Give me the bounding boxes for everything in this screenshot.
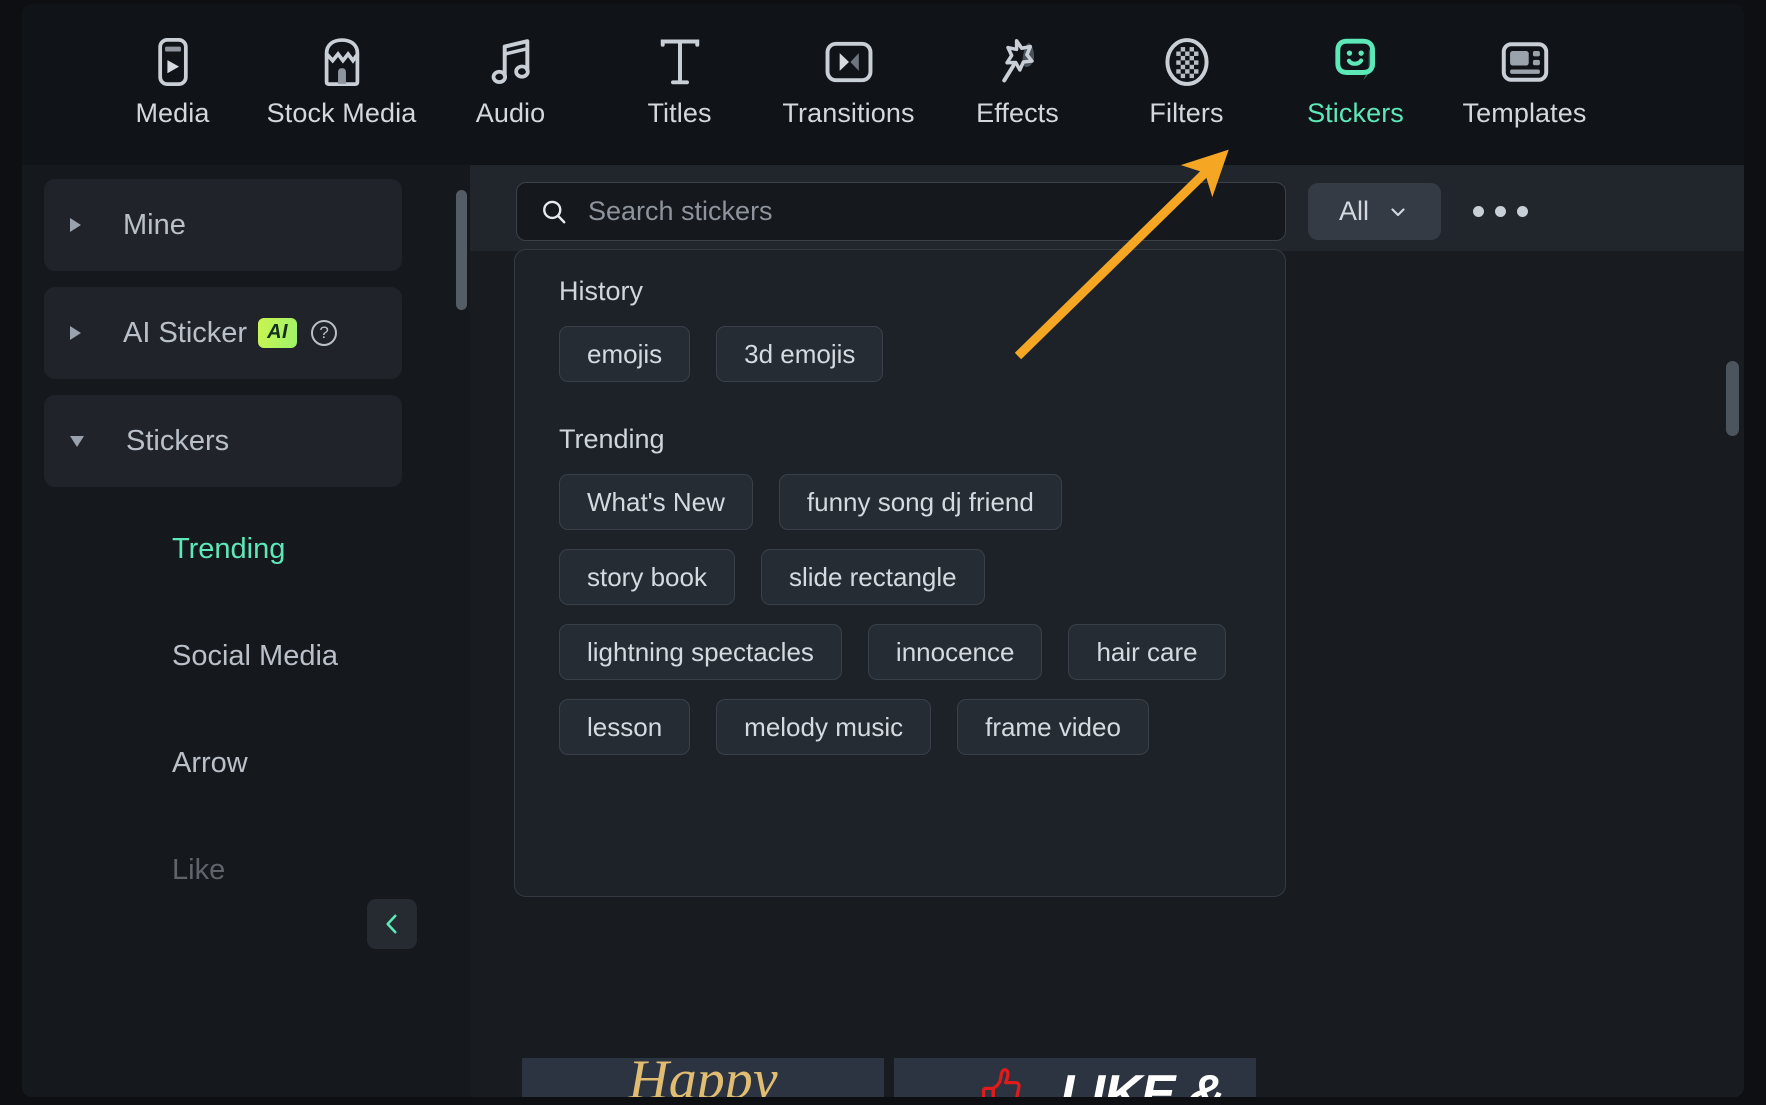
effects-icon <box>990 31 1046 93</box>
main-body: Mine AI Sticker AI ? Stickers Trending S… <box>22 165 1744 1097</box>
toolbar-tab-stock-media[interactable]: Stock Media <box>257 4 426 129</box>
more-options-button[interactable] <box>1460 190 1540 232</box>
sticker-thumbnail-text-2: Birthday <box>605 1096 801 1097</box>
titles-icon <box>652 31 708 93</box>
toolbar-tab-audio[interactable]: Audio <box>426 4 595 129</box>
sidebar-group-label: AI Sticker <box>123 316 248 349</box>
sidebar-item-arrow[interactable]: Arrow <box>22 737 470 789</box>
search-icon <box>539 197 569 227</box>
ellipsis-icon <box>1494 205 1506 217</box>
toolbar-tab-media[interactable]: Media <box>88 4 257 129</box>
sidebar-item-label: Like <box>172 853 226 886</box>
trending-chip-row: What's New funny song dj friend story bo… <box>559 474 1259 755</box>
search-input-placeholder: Search stickers <box>588 196 773 226</box>
sidebar-group-mine[interactable]: Mine <box>44 179 402 271</box>
toolbar-tab-label: Templates <box>1462 98 1587 128</box>
sidebar-group-stickers[interactable]: Stickers <box>44 395 402 487</box>
templates-icon <box>1497 31 1553 93</box>
category-filter-select[interactable]: All <box>1308 183 1441 240</box>
trending-chip[interactable]: funny song dj friend <box>778 474 1062 530</box>
app-window: Media Stock Media Audio Titles Transitio… <box>22 4 1744 1097</box>
trending-chip[interactable]: lightning spectacles <box>559 624 842 680</box>
search-input[interactable]: Search stickers <box>516 182 1286 241</box>
filters-icon <box>1159 31 1215 93</box>
toolbar-tab-transitions[interactable]: Transitions <box>764 4 933 129</box>
sticker-thumbnail-text: LIKE & <box>1060 1065 1225 1097</box>
media-icon <box>145 31 201 93</box>
transitions-icon <box>821 31 877 93</box>
chevron-down-icon <box>70 435 84 447</box>
toolbar-tab-stickers[interactable]: Stickers <box>1271 4 1440 129</box>
sidebar-item-label: Trending <box>172 532 286 565</box>
history-section-title: History <box>559 276 644 306</box>
sidebar-item-social-media[interactable]: Social Media <box>22 630 470 682</box>
stickers-scrollbar-thumb[interactable] <box>1726 361 1739 436</box>
audio-icon <box>483 31 539 93</box>
sticker-thumbnail-text: Happy <box>628 1058 778 1097</box>
toolbar-tab-templates[interactable]: Templates <box>1440 4 1609 129</box>
trending-chip[interactable]: What's New <box>559 474 753 530</box>
trending-chip[interactable]: lesson <box>559 699 691 755</box>
search-toolbar: Search stickers All <box>470 165 1744 251</box>
top-toolbar: Media Stock Media Audio Titles Transitio… <box>22 4 1744 165</box>
toolbar-tab-effects[interactable]: Effects <box>933 4 1102 129</box>
chevron-down-icon <box>1391 207 1405 216</box>
sidebar-item-trending[interactable]: Trending <box>22 523 470 575</box>
category-filter-value: All <box>1338 196 1369 226</box>
toolbar-tab-label: Titles <box>647 98 712 128</box>
sidebar-group-ai-sticker[interactable]: AI Sticker AI ? <box>44 287 402 379</box>
help-icon[interactable]: ? <box>311 320 338 346</box>
history-chip[interactable]: emojis <box>559 326 691 382</box>
chevron-right-icon <box>70 218 81 232</box>
trending-chip[interactable]: frame video <box>957 699 1149 755</box>
sidebar-item-like[interactable]: Like <box>22 844 470 896</box>
toolbar-tab-label: Effects <box>976 98 1059 128</box>
chevron-left-icon <box>386 914 397 934</box>
toolbar-tab-label: Media <box>135 98 210 128</box>
history-chip-row: emojis 3d emojis <box>559 326 1259 382</box>
trending-chip[interactable]: hair care <box>1068 624 1226 680</box>
sticker-thumbnail[interactable]: Happy Birthday <box>522 1058 884 1097</box>
sidebar-scrollbar-thumb[interactable] <box>456 190 467 310</box>
thumbs-up-icon <box>981 1068 1021 1097</box>
sidebar-scrollbar[interactable] <box>454 165 468 1097</box>
sidebar-item-label: Social Media <box>172 639 339 672</box>
sidebar-item-label: Arrow <box>172 746 248 779</box>
collapse-sidebar-button[interactable] <box>367 899 417 949</box>
trending-chip[interactable]: story book <box>559 549 735 605</box>
stickers-icon <box>1328 31 1384 93</box>
stock-media-icon <box>314 31 370 93</box>
sidebar-group-label: Stickers <box>126 424 230 457</box>
history-chip[interactable]: 3d emojis <box>716 326 884 382</box>
toolbar-tab-label: Stock Media <box>266 98 417 128</box>
toolbar-tab-filters[interactable]: Filters <box>1102 4 1271 129</box>
stickers-scrollbar[interactable] <box>1720 251 1744 1097</box>
sidebar-group-label: Mine <box>123 208 186 241</box>
ai-badge: AI <box>258 318 298 348</box>
trending-section-title: Trending <box>559 424 665 454</box>
ellipsis-icon <box>1516 205 1528 217</box>
chevron-right-icon <box>70 326 81 340</box>
stickers-panel: Happy Birthday LIKE & <box>470 165 1744 1097</box>
toolbar-tab-titles[interactable]: Titles <box>595 4 764 129</box>
toolbar-tab-label: Audio <box>475 98 546 128</box>
search-suggestions-dropdown: History emojis 3d emojis Trending What's… <box>514 249 1286 897</box>
trending-chip[interactable]: slide rectangle <box>760 549 985 605</box>
toolbar-tab-label: Stickers <box>1307 98 1404 128</box>
sidebar: Mine AI Sticker AI ? Stickers Trending S… <box>22 165 470 1097</box>
ellipsis-icon <box>1472 205 1484 217</box>
sticker-thumbnail[interactable]: LIKE & <box>894 1058 1256 1097</box>
trending-chip[interactable]: melody music <box>716 699 932 755</box>
trending-chip[interactable]: innocence <box>867 624 1043 680</box>
toolbar-tab-label: Filters <box>1149 98 1224 128</box>
toolbar-tab-label: Transitions <box>782 98 915 128</box>
